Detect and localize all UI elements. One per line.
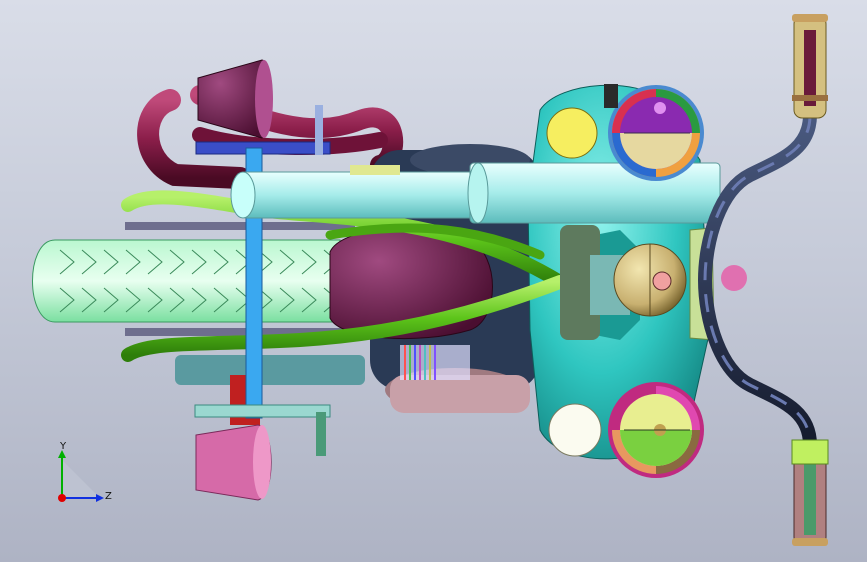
pink-block[interactable] xyxy=(195,424,272,501)
muffler-top[interactable] xyxy=(197,59,273,139)
axis-triad: Y Z xyxy=(48,440,118,510)
handlebar[interactable] xyxy=(697,108,817,452)
y-axis-label: Y xyxy=(60,441,67,452)
white-disc[interactable] xyxy=(548,403,602,457)
yellow-disc[interactable] xyxy=(546,107,598,159)
z-axis-label: Z xyxy=(105,491,112,502)
rear-tire[interactable] xyxy=(32,239,341,323)
grip-bottom[interactable] xyxy=(791,439,829,546)
cad-3d-viewport[interactable]: Y Z xyxy=(0,0,867,562)
gauge-bottom[interactable] xyxy=(608,382,704,478)
motorcycle-model[interactable] xyxy=(0,0,867,562)
grip-top[interactable] xyxy=(792,14,828,119)
